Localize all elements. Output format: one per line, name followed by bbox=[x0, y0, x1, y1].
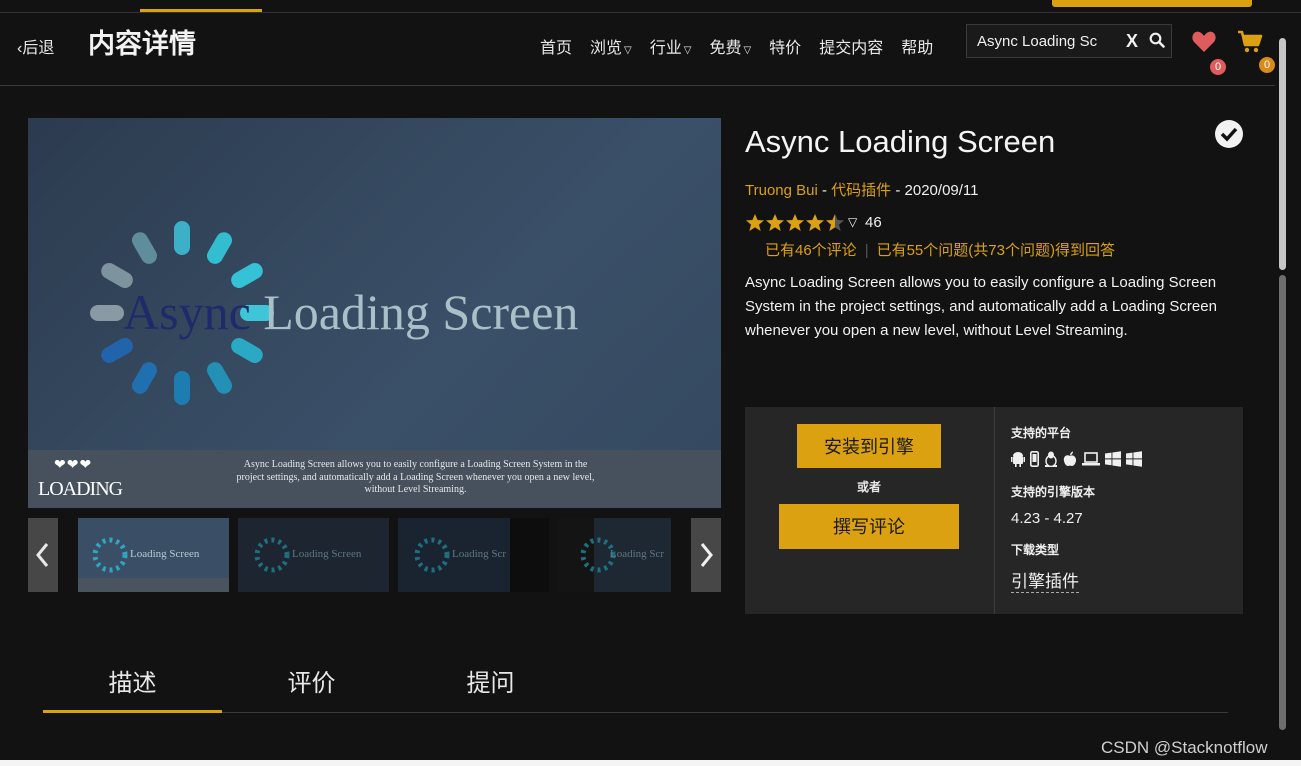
linux-icon bbox=[1045, 451, 1057, 467]
search-clear-button[interactable]: X bbox=[1126, 31, 1138, 52]
chevron-down-icon: ▽ bbox=[743, 45, 752, 56]
ios-icon bbox=[1030, 451, 1039, 467]
thumbnail-2[interactable]: Loading Screen bbox=[238, 518, 389, 592]
check-circle-icon bbox=[1215, 120, 1243, 148]
search-box: X bbox=[966, 24, 1172, 58]
back-label: 后退 bbox=[22, 40, 55, 57]
thumbnail-label: Loading Screen bbox=[130, 548, 200, 560]
hero-image[interactable]: Async Loading Screen ❤❤❤ LOADING Async L… bbox=[28, 118, 721, 508]
nav-home[interactable]: 首页 bbox=[540, 34, 572, 58]
scrollbar-thumb[interactable] bbox=[1279, 38, 1286, 270]
wishlist-count-badge: 0 bbox=[1210, 59, 1226, 75]
download-type-label: 下载类型 bbox=[1011, 543, 1060, 557]
chevron-right-icon bbox=[700, 543, 713, 567]
author-link[interactable]: Truong Bui bbox=[745, 182, 818, 199]
hero-loading-text: LOADING bbox=[38, 478, 123, 500]
reviews-link[interactable]: 已有46个评论 bbox=[765, 242, 857, 259]
product-meta: Truong Bui - 代码插件 - 2020/09/11 bbox=[745, 182, 979, 199]
nav-submit[interactable]: 提交内容 bbox=[819, 34, 883, 58]
write-review-button[interactable]: 撰写评论 bbox=[779, 504, 959, 549]
thumbnail-label: Loading Scr bbox=[610, 548, 665, 560]
laptop-icon bbox=[1082, 452, 1100, 466]
tab-questions[interactable]: 提问 bbox=[401, 663, 580, 698]
cart-icon[interactable] bbox=[1237, 30, 1263, 54]
heart-icon[interactable] bbox=[1191, 30, 1217, 54]
thumbnail-label: Loading Scr bbox=[452, 548, 507, 560]
questions-link[interactable]: 已有55个问题(共73个问题)得到回答 bbox=[877, 242, 1115, 259]
tab-reviews[interactable]: 评价 bbox=[222, 663, 401, 698]
hero-title: Async Loading Screen bbox=[123, 284, 579, 340]
star-rating[interactable] bbox=[745, 213, 845, 233]
product-description: Async Loading Screen allows you to easil… bbox=[745, 274, 1217, 339]
windows-icon bbox=[1105, 451, 1121, 467]
hero-caption: Async Loading Screen allows you to easil… bbox=[236, 459, 595, 495]
engine-versions-label: 支持的引擎版本 bbox=[1011, 485, 1096, 499]
nav-free[interactable]: 免费 ▽ bbox=[709, 34, 751, 58]
thumbnail-next-button[interactable] bbox=[691, 518, 721, 592]
chevron-down-icon[interactable]: ▽ bbox=[848, 215, 857, 229]
hero-caption-bar: ❤❤❤ LOADING Async Loading Screen allows … bbox=[28, 450, 721, 508]
star-icon bbox=[746, 214, 844, 231]
top-active-indicator bbox=[140, 9, 262, 12]
page-title: 内容详情 bbox=[88, 29, 196, 59]
back-button[interactable]: ‹后退 bbox=[17, 34, 54, 58]
chevron-down-icon: ▽ bbox=[683, 45, 692, 56]
scrollbar-track[interactable] bbox=[1279, 275, 1286, 730]
top-cta-button[interactable] bbox=[1052, 0, 1252, 7]
chevron-left-icon bbox=[36, 543, 49, 567]
platforms-label: 支持的平台 bbox=[1011, 426, 1072, 440]
category-link[interactable]: 代码插件 bbox=[831, 182, 891, 199]
thumbnail-prev-button[interactable] bbox=[28, 518, 58, 592]
thumbnail-1[interactable]: Loading Screen bbox=[78, 518, 229, 592]
tab-description[interactable]: 描述 bbox=[43, 663, 222, 698]
main-nav: 首页 浏览 ▽ 行业 ▽ 免费 ▽ 特价 提交内容 帮助 bbox=[540, 34, 933, 58]
panel-divider bbox=[994, 407, 995, 614]
hero-hearts: ❤❤❤ bbox=[54, 456, 93, 472]
windows-store-icon bbox=[1126, 451, 1142, 467]
product-title: Async Loading Screen bbox=[745, 124, 1056, 159]
cart-count-badge: 0 bbox=[1259, 57, 1275, 73]
thumbnail-label: Loading Screen bbox=[292, 548, 362, 560]
thumbnail-3[interactable]: Loading Scr bbox=[398, 518, 549, 592]
search-icon[interactable] bbox=[1149, 32, 1165, 48]
bottom-strip bbox=[0, 760, 1301, 766]
release-date: 2020/09/11 bbox=[904, 182, 979, 199]
watermark: CSDN @Stacknotflow bbox=[1101, 738, 1268, 757]
install-to-engine-button[interactable]: 安装到引擎 bbox=[797, 424, 941, 468]
or-label: 或者 bbox=[857, 480, 882, 494]
platform-icons bbox=[1011, 451, 1142, 467]
review-links: 已有46个评论 | 已有55个问题(共73个问题)得到回答 bbox=[765, 242, 1115, 259]
thumbnail-4[interactable]: Loading Scr bbox=[558, 518, 671, 592]
nav-industry[interactable]: 行业 ▽ bbox=[650, 34, 692, 58]
rating-count: 46 bbox=[865, 214, 882, 231]
nav-sale[interactable]: 特价 bbox=[769, 34, 801, 58]
search-input[interactable] bbox=[977, 33, 1102, 50]
nav-browse[interactable]: 浏览 ▽ bbox=[590, 34, 632, 58]
tab-active-indicator bbox=[43, 710, 222, 713]
engine-versions: 4.23 - 4.27 bbox=[1011, 510, 1083, 527]
apple-icon bbox=[1063, 451, 1077, 466]
nav-help[interactable]: 帮助 bbox=[901, 34, 933, 58]
download-type-link[interactable]: 引擎插件 bbox=[1011, 567, 1079, 593]
android-icon bbox=[1011, 452, 1025, 467]
chevron-down-icon: ▽ bbox=[624, 45, 632, 56]
